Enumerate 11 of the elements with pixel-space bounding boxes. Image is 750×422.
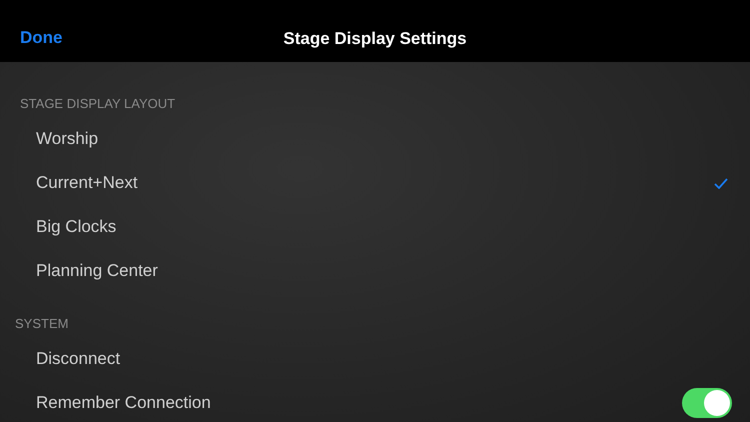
settings-row-label[interactable]: Worship xyxy=(36,129,98,149)
toggle-switch[interactable] xyxy=(682,388,732,418)
settings-row-label[interactable]: Planning Center xyxy=(36,261,158,281)
settings-row-label[interactable]: Current+Next xyxy=(36,173,138,193)
settings-row-label[interactable]: Big Clocks xyxy=(36,217,116,237)
settings-row-label[interactable]: Remember Connection xyxy=(36,393,211,413)
done-button[interactable]: Done xyxy=(20,28,62,48)
section-header: SYSTEM xyxy=(14,316,70,331)
screen-title: Stage Display Settings xyxy=(283,29,467,49)
section-header: STAGE DISPLAY LAYOUT xyxy=(19,96,176,111)
settings-row-label[interactable]: Disconnect xyxy=(36,349,120,369)
